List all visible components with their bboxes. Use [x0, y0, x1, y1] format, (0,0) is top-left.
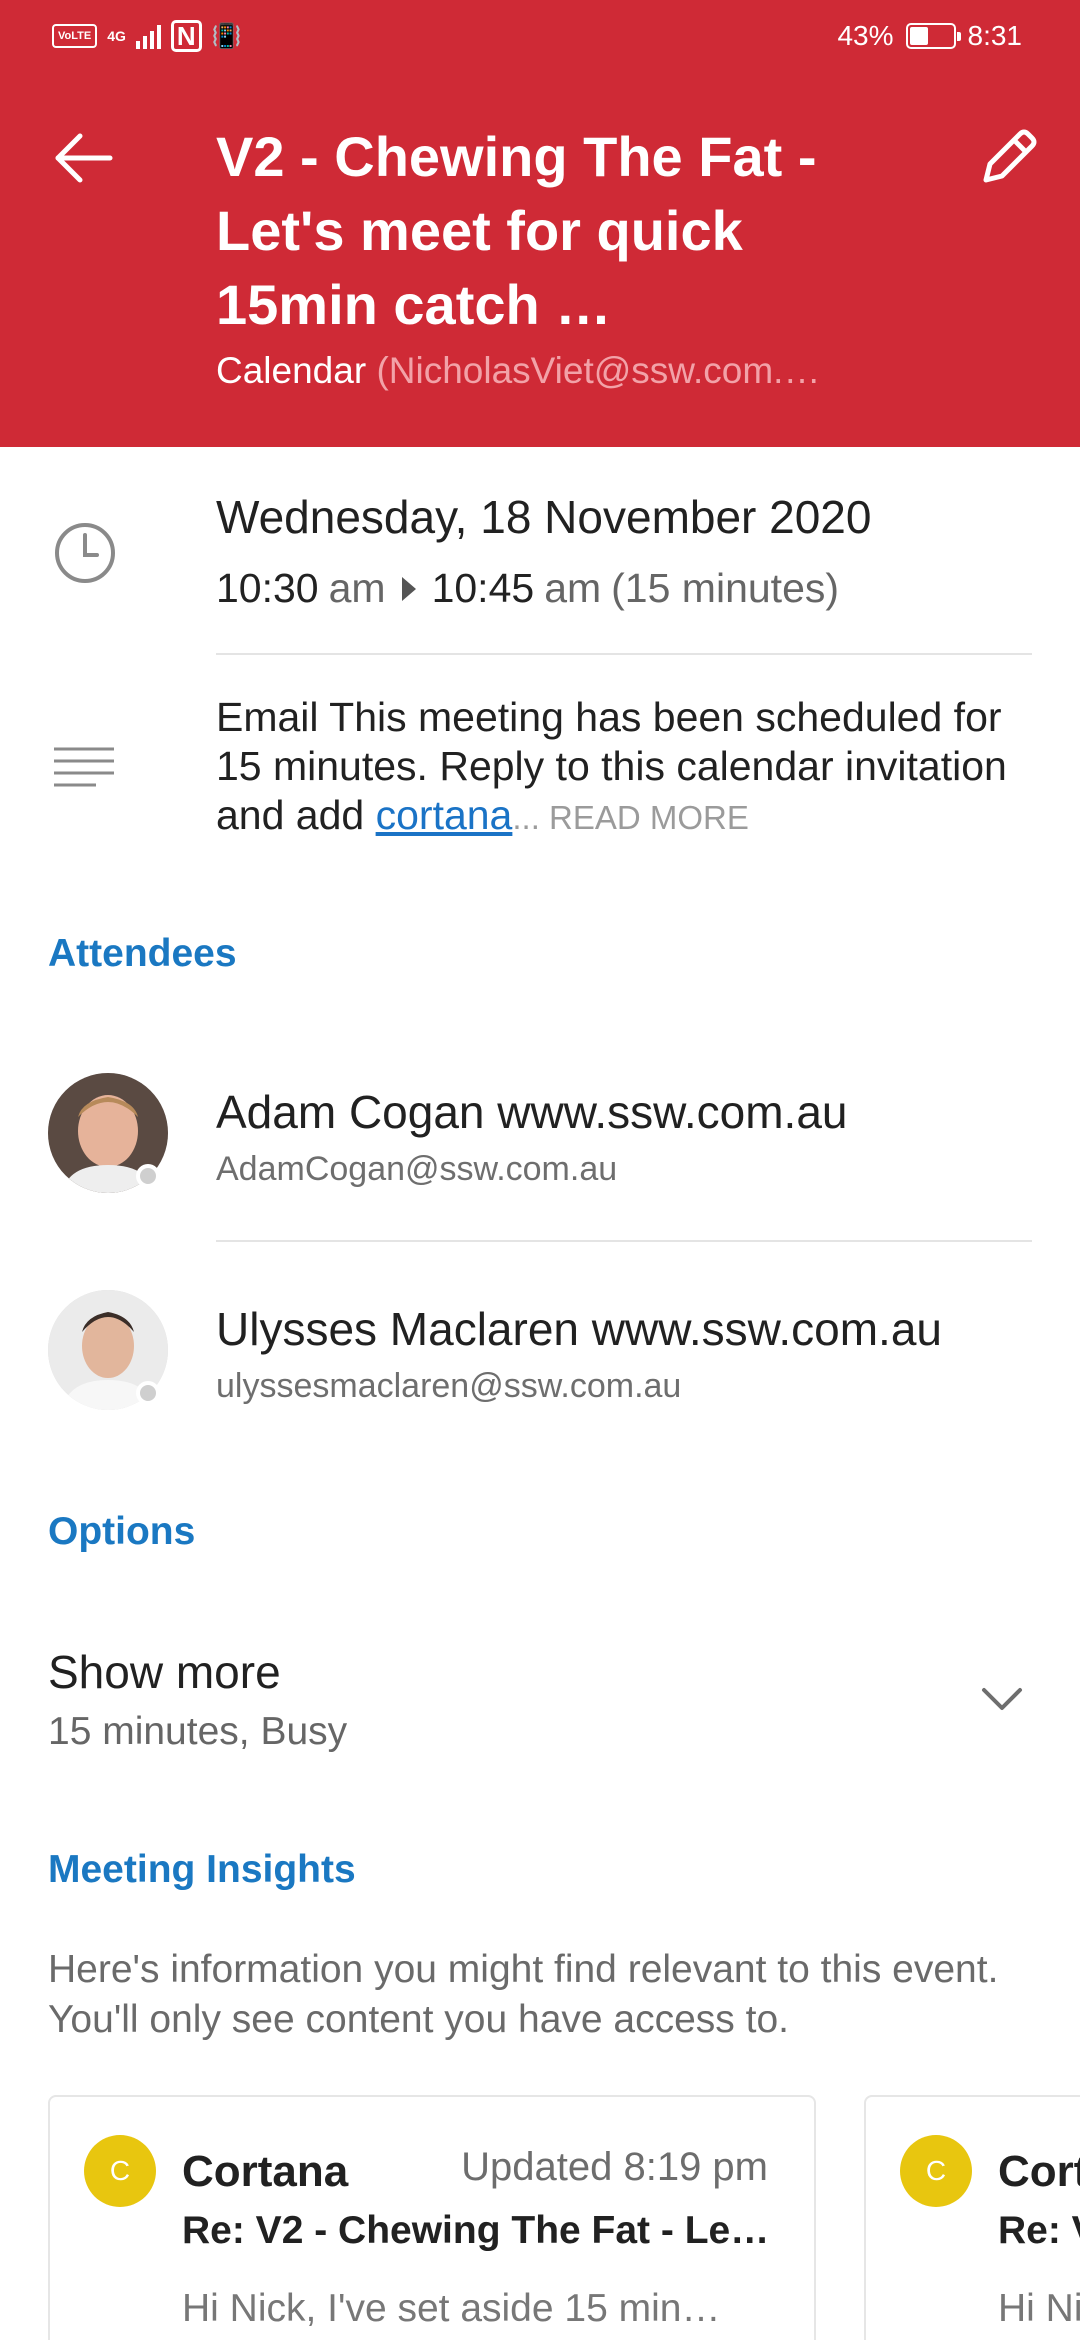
app-header: VoLTE 4G N 📳 43% 8:31 V2 - Chewing The F… [0, 0, 1080, 447]
card-subject: Re: V2 - Chewing The Fat [998, 2209, 1080, 2252]
cortana-link[interactable]: cortana [376, 792, 513, 838]
presence-indicator [136, 1381, 160, 1405]
arrow-left-icon [55, 133, 113, 183]
card-preview: Hi Nick, I've set aside 15 min… [182, 2287, 721, 2330]
read-more-link[interactable]: ... READ MORE [512, 799, 749, 836]
card-sender: Cortana [998, 2147, 1080, 2196]
volte-icon: VoLTE [52, 24, 98, 48]
pencil-icon [983, 129, 1037, 183]
end-time: 10:45 [431, 565, 535, 611]
event-time: 10:30 am 10:45 am (15 minutes) [216, 565, 839, 612]
calendar-label: Calendar [216, 350, 367, 391]
start-ampm: am [328, 565, 386, 611]
insight-card[interactable]: C Cortana Updated 8:19 pm Re: V2 - Chewi… [48, 2095, 816, 2340]
show-more-label: Show more [48, 1646, 281, 1698]
cortana-avatar: C [900, 2135, 972, 2207]
notes-icon [54, 747, 114, 787]
insights-heading: Meeting Insights [48, 1848, 356, 1891]
attendee-name: Ulysses Maclaren www.ssw.com.au [216, 1303, 942, 1355]
status-bar: VoLTE 4G N 📳 43% 8:31 [0, 0, 1080, 80]
divider [216, 1240, 1032, 1242]
insights-description: Here's information you might find releva… [48, 1948, 999, 2041]
vibrate-icon: 📳 [211, 22, 242, 50]
time-arrow-icon [401, 576, 416, 601]
divider [216, 653, 1032, 655]
nfc-icon: N [170, 20, 202, 52]
duration: (15 minutes) [611, 565, 840, 611]
card-updated: Updated 8:19 pm [461, 2145, 768, 2189]
battery-icon [905, 23, 961, 49]
options-summary: 15 minutes, Busy [48, 1710, 348, 1753]
clock: 8:31 [967, 20, 1023, 51]
calendar-subtitle: Calendar (NicholasViet@ssw.com.… [216, 350, 1036, 392]
network-label: 4G [107, 28, 126, 44]
card-subject: Re: V2 - Chewing The Fat - Le… [182, 2209, 770, 2252]
edit-button[interactable] [972, 122, 1042, 192]
status-right: 43% 8:31 [837, 20, 1022, 52]
attendees-heading: Attendees [48, 932, 237, 975]
attendee-email: ulyssesmaclaren@ssw.com.au [216, 1367, 682, 1405]
battery-fill [909, 27, 928, 45]
chevron-down-icon[interactable] [978, 1680, 1026, 1720]
options-heading: Options [48, 1510, 196, 1553]
calendar-account: (NicholasViet@ssw.com.… [376, 350, 821, 391]
status-left: VoLTE 4G N 📳 [52, 20, 242, 52]
start-time: 10:30 [216, 565, 319, 611]
cortana-avatar: C [84, 2135, 156, 2207]
insight-card[interactable]: C Cortana Re: V2 - Chewing The Fat Hi Ni… [864, 2095, 1080, 2340]
event-description[interactable]: Email This meeting has been scheduled fo… [216, 693, 1016, 842]
clock-icon [55, 523, 115, 583]
back-button[interactable] [48, 120, 118, 190]
end-ampm: am [544, 565, 602, 611]
attendee-name: Adam Cogan www.ssw.com.au [216, 1086, 848, 1138]
card-sender: Cortana [182, 2147, 349, 2196]
battery-percent: 43% [837, 20, 894, 51]
presence-indicator [136, 1164, 160, 1188]
attendee-email: AdamCogan@ssw.com.au [216, 1150, 618, 1188]
card-preview: Hi Nick, [998, 2287, 1080, 2330]
event-title: V2 - Chewing The Fat - Let's meet for qu… [216, 125, 817, 336]
event-date: Wednesday, 18 November 2020 [216, 491, 872, 543]
signal-icon [135, 23, 161, 49]
